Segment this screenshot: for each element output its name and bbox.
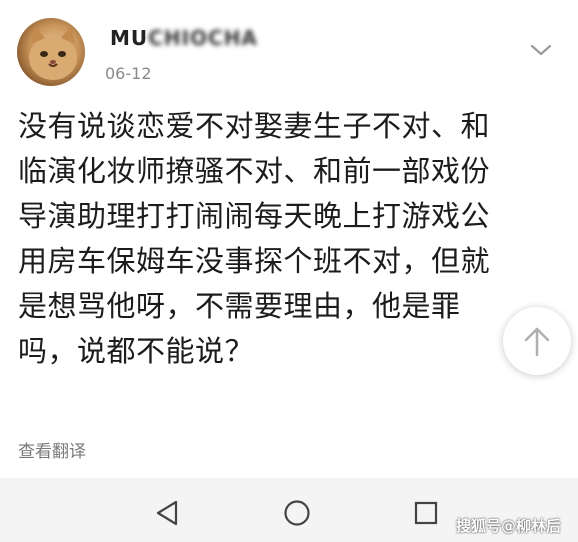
post-line: 吗，说都不能说？ [18, 334, 255, 368]
username[interactable]: MUCHIOCHA [110, 26, 258, 50]
cat-avatar-icon [29, 26, 77, 80]
chevron-down-icon[interactable] [529, 42, 553, 58]
post-line: 是想骂他呀，不需要理由，他是罪 [18, 289, 461, 323]
post-date: 06-12 [105, 64, 152, 83]
weibo-comment-screen: MUCHIOCHA 06-12 没有说谈恋爱不对娶妻生子不对、和 临演化妆师撩骚… [0, 0, 578, 542]
post-line: 导演助理打打闹闹每天晚上打游戏公 [18, 199, 491, 233]
user-avatar[interactable] [17, 18, 85, 86]
translate-link[interactable]: 查看翻译 [18, 437, 86, 462]
back-triangle-icon[interactable] [154, 499, 180, 527]
post-body: 没有说谈恋爱不对娶妻生子不对、和 临演化妆师撩骚不对、和前一部戏份 导演助理打打… [18, 104, 578, 374]
post-line: 临演化妆师撩骚不对、和前一部戏份 [18, 154, 491, 188]
home-circle-icon[interactable] [283, 499, 311, 527]
arrow-up-icon [524, 327, 550, 357]
username-visible: MU [110, 26, 149, 50]
username-blurred: CHIOCHA [148, 26, 258, 50]
post-line: 没有说谈恋爱不对娶妻生子不对、和 [18, 109, 491, 143]
scroll-to-top-button[interactable] [503, 307, 571, 375]
watermark: 搜狐号@柳林后 [456, 517, 562, 535]
post-line: 用房车保姆车没事探个班不对，但就 [18, 244, 491, 278]
recent-square-icon[interactable] [413, 500, 439, 526]
